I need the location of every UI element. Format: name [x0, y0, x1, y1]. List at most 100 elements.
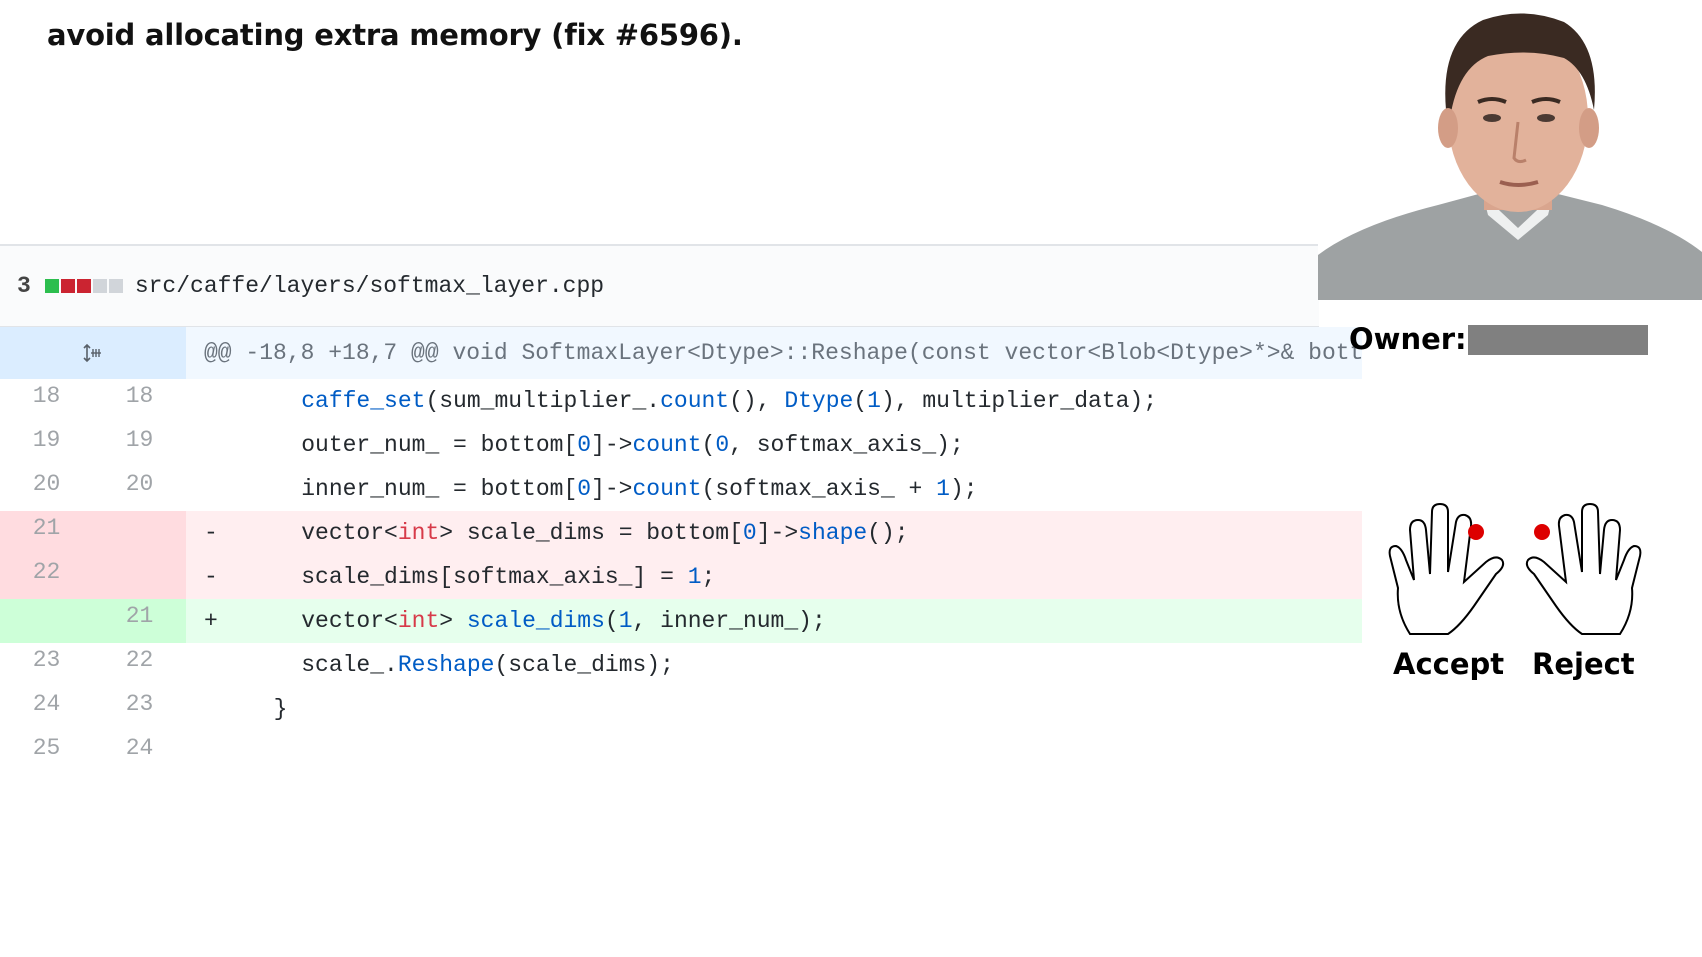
code-token: 1 — [867, 388, 881, 414]
new-line-number[interactable]: 24 — [93, 731, 186, 775]
code-token: 1 — [687, 564, 702, 590]
code-token: (scale_dims); — [494, 652, 674, 678]
file-change-count: 3 — [17, 273, 31, 299]
owner-name-redacted — [1468, 325, 1648, 355]
code-token: scale_dims — [466, 608, 605, 634]
code-token: vector< — [301, 608, 398, 634]
deleted-line: 21 - vector< int > scale_dims = bottom[0]->… — [0, 511, 1362, 555]
code-line: } — [186, 687, 1362, 731]
unfold-icon — [83, 343, 101, 363]
accept-button[interactable]: Accept — [1393, 647, 1504, 681]
reject-hand-icon[interactable] — [1514, 502, 1642, 638]
code-token: Dtype — [784, 388, 854, 414]
code-line: inner_num_ = bottom[0]-> count (softmax_ax… — [186, 467, 1362, 511]
code-token: > — [439, 608, 467, 634]
code-token: (); — [867, 520, 909, 546]
code-token: ); — [949, 476, 978, 502]
code-token: outer_num_ = bottom[ — [301, 432, 578, 458]
new-line-number[interactable]: 21 — [93, 599, 186, 643]
added-line: 21 + vector< int > scale_dims(1, inner_num_… — [0, 599, 1362, 643]
old-line-number[interactable]: 22 — [0, 555, 93, 599]
old-line-number[interactable] — [0, 599, 93, 643]
new-line-number[interactable]: 23 — [93, 687, 186, 731]
diffstat-square — [108, 279, 123, 293]
reject-button[interactable]: Reject — [1532, 647, 1635, 681]
new-line-number[interactable]: 18 — [93, 379, 186, 423]
code-token: Reshape — [397, 652, 495, 678]
old-line-number[interactable]: 20 — [0, 467, 93, 511]
new-line-number[interactable] — [93, 511, 186, 555]
diffstat-square — [44, 279, 59, 293]
context-line: 23 22 scale_. Reshape (scale_dims); — [0, 643, 1362, 687]
code-token: (sum_multiplier_. — [425, 388, 661, 414]
owner-photo — [1318, 0, 1702, 300]
commit-title: avoid allocating extra memory (fix #6596… — [47, 18, 743, 52]
code-token: 0 — [742, 520, 757, 546]
context-line: 25 24 — [0, 731, 1362, 775]
code-line: - vector< int > scale_dims = bottom[0]-> sh… — [186, 511, 1362, 555]
context-line: 20 20 inner_num_ = bottom[0]-> count (softm… — [0, 467, 1362, 511]
code-token: 1 — [936, 476, 950, 502]
context-line: 19 19 outer_num_ = bottom[0]-> count(0, so… — [0, 423, 1362, 467]
code-token: 0 — [577, 432, 592, 458]
new-line-number[interactable]: 20 — [93, 467, 186, 511]
old-line-number[interactable]: 18 — [0, 379, 93, 423]
expand-button[interactable] — [0, 327, 186, 379]
code-token: ( — [853, 388, 868, 414]
code-token: count — [660, 388, 730, 414]
diffstat-square — [92, 279, 107, 293]
code-token: count — [632, 432, 702, 458]
new-line-number[interactable]: 22 — [93, 643, 186, 687]
diff-lines: 18 18 caffe_set (sum_multiplier_. count (), … — [0, 379, 1362, 775]
code-token: ( — [604, 608, 619, 634]
code-token: (), — [729, 388, 785, 414]
file-header: 3 src/caffe/layers/softmax_layer.cpp — [0, 244, 1319, 327]
reject-marker-dot — [1534, 524, 1550, 540]
code-line: outer_num_ = bottom[0]-> count(0, softmax… — [186, 423, 1362, 467]
code-token: ]-> — [756, 520, 799, 546]
code-token: > scale_dims = bottom[ — [439, 520, 743, 546]
code-line: caffe_set (sum_multiplier_. count (), Dtype… — [186, 379, 1362, 423]
old-line-number[interactable]: 19 — [0, 423, 93, 467]
code-line: + vector< int > scale_dims(1, inner_num_); — [186, 599, 1362, 643]
code-token: caffe_set — [301, 388, 426, 414]
diff-marker: - — [204, 564, 218, 590]
diff-marker: + — [204, 608, 218, 634]
code-token: } — [273, 696, 288, 722]
diffstat-square — [76, 279, 91, 293]
hunk-header-row: @@ -18,8 +18,7 @@ void SoftmaxLayer<Dtyp… — [0, 327, 1362, 379]
accept-hand-icon[interactable] — [1388, 502, 1516, 638]
accept-marker-dot — [1468, 524, 1484, 540]
context-line: 18 18 caffe_set (sum_multiplier_. count (), … — [0, 379, 1362, 423]
old-line-number[interactable]: 25 — [0, 731, 93, 775]
old-line-number[interactable]: 24 — [0, 687, 93, 731]
code-token: count — [632, 476, 702, 502]
new-line-number[interactable] — [93, 555, 186, 599]
code-token: vector< — [301, 520, 398, 546]
new-line-number[interactable]: 19 — [93, 423, 186, 467]
old-line-number[interactable]: 23 — [0, 643, 93, 687]
file-path[interactable]: src/caffe/layers/softmax_layer.cpp — [135, 273, 604, 299]
code-token: 1 — [618, 608, 633, 634]
owner-label: Owner: — [1349, 322, 1467, 356]
code-token: (softmax_axis_ + — [701, 476, 937, 502]
deleted-line: 22 - scale_dims[softmax_axis_] = 1; — [0, 555, 1362, 599]
code-token: 0 — [715, 432, 730, 458]
code-line: - scale_dims[softmax_axis_] = 1; — [186, 555, 1362, 599]
code-token: 0 — [577, 476, 592, 502]
code-token: , softmax_axis_); — [729, 432, 964, 458]
code-token: inner_num_ = bottom[ — [301, 476, 578, 502]
code-token: int — [397, 520, 440, 546]
code-token: ]-> — [591, 476, 633, 502]
hunk-header-text: @@ -18,8 +18,7 @@ void SoftmaxLayer<Dtyp… — [186, 327, 1362, 379]
old-line-number[interactable]: 21 — [0, 511, 93, 555]
